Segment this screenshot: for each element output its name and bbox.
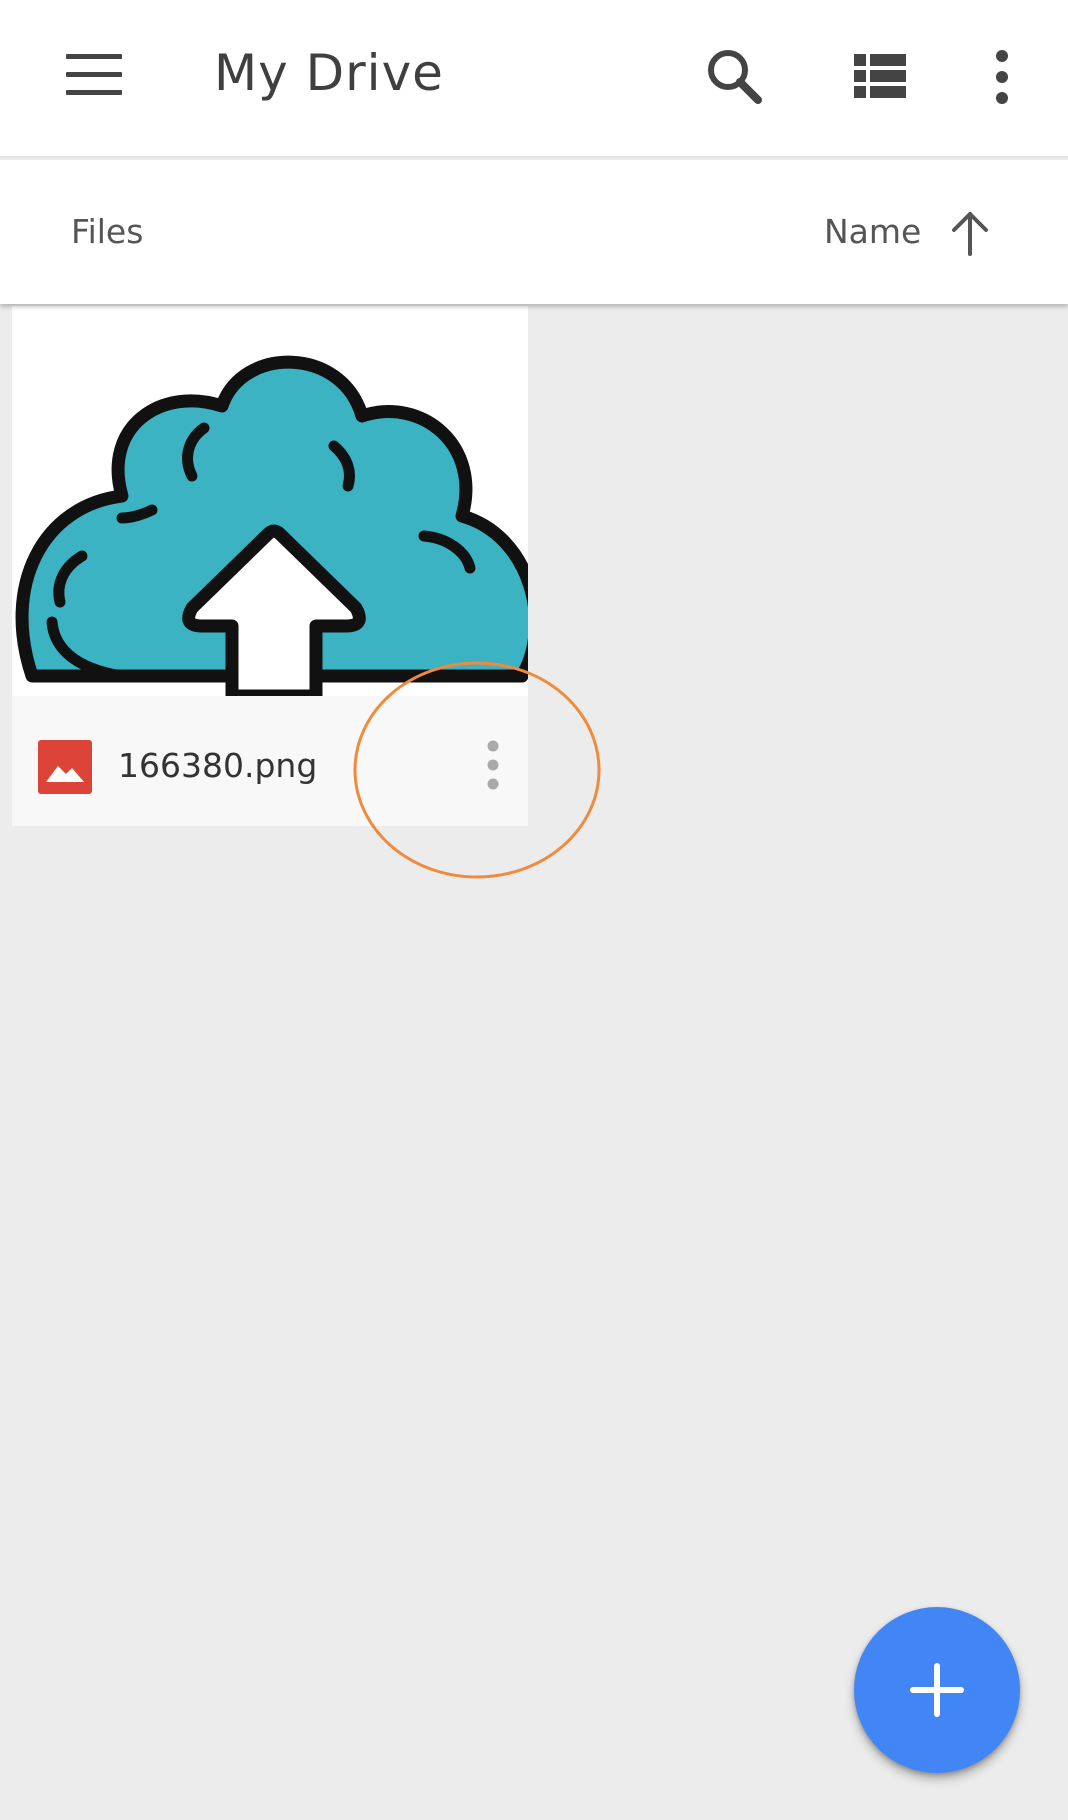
add-new-button[interactable] [854, 1607, 1020, 1773]
sort-bar: Files Name [0, 160, 1068, 304]
search-icon[interactable] [700, 42, 770, 112]
plus-icon [910, 1663, 964, 1717]
sort-by-name-button[interactable]: Name [816, 200, 1006, 266]
cloud-upload-icon [15, 355, 528, 696]
list-view-icon[interactable] [844, 42, 914, 112]
files-section-label: Files [71, 212, 144, 251]
file-thumbnail [12, 306, 528, 696]
more-vertical-icon[interactable] [458, 736, 528, 796]
more-vertical-icon[interactable] [968, 42, 1034, 112]
file-card-footer: 166380.png [12, 696, 528, 826]
image-file-icon [38, 740, 92, 794]
app-bar: My Drive [0, 0, 1068, 158]
arrow-up-icon [952, 212, 988, 256]
page-title: My Drive [214, 44, 444, 102]
hamburger-menu-icon[interactable] [56, 48, 136, 104]
file-card[interactable]: 166380.png [12, 306, 528, 826]
sort-field-label: Name [824, 212, 922, 251]
file-name: 166380.png [118, 746, 318, 785]
